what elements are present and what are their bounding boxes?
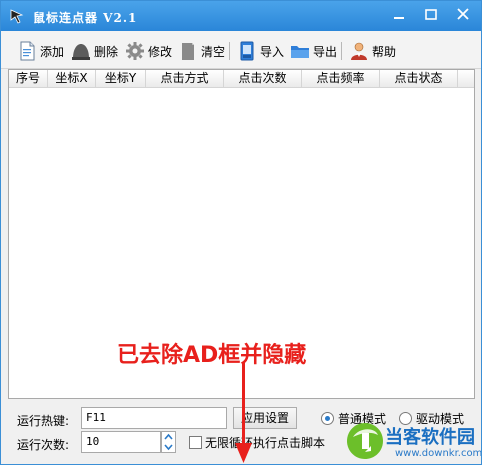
column-header-click-count[interactable]: 点击次数 (224, 70, 302, 88)
toolbar-separator (229, 42, 230, 60)
checkbox-box (189, 436, 202, 449)
toolbar-separator (341, 42, 342, 60)
export-label: 导出 (313, 44, 338, 59)
minimize-icon[interactable] (386, 5, 412, 25)
delete-icon (72, 44, 90, 60)
title-bar[interactable]: 鼠标连点器 V2.1 (1, 1, 481, 31)
run-count-stepper[interactable] (161, 431, 176, 453)
toolbar: 添加 删除 修改 清空 导入 导出 帮助 (1, 31, 481, 69)
infinite-loop-label: 无限循环执行点击脚本 (205, 436, 326, 450)
export-folder-icon (291, 46, 309, 58)
column-header-click-type[interactable]: 点击方式 (146, 70, 224, 88)
add-button[interactable]: 添加 (17, 40, 64, 62)
export-button[interactable]: 导出 (290, 40, 337, 62)
radio-selected-indicator (321, 412, 334, 425)
import-icon (240, 41, 254, 61)
infinite-loop-checkbox[interactable]: 无限循环执行点击脚本 (189, 434, 325, 451)
add-document-icon (20, 41, 35, 61)
import-label: 导入 (260, 44, 285, 59)
column-header-click-rate[interactable]: 点击频率 (302, 70, 380, 88)
column-header-click-status[interactable]: 点击状态 (380, 70, 458, 88)
add-label: 添加 (40, 44, 65, 59)
watermark-name: 当客软件园 (385, 427, 475, 448)
watermark: 当客软件园 www.downkr.com (345, 421, 482, 464)
downkr-logo-icon (347, 423, 383, 459)
app-window: 鼠标连点器 V2.1 添加 删除 修改 清空 导入 导出 帮助 序号 坐标X 坐… (0, 0, 482, 465)
chevron-down-icon[interactable] (162, 442, 175, 452)
annotation-text: 已去除AD框并隐藏 (117, 343, 307, 368)
maximize-icon[interactable] (418, 5, 444, 25)
hotkey-input[interactable]: F11 (81, 407, 227, 429)
delete-label: 删除 (94, 44, 119, 59)
watermark-url: www.downkr.com (395, 448, 482, 459)
help-user-icon (351, 42, 367, 60)
run-count-input[interactable]: 10 (81, 431, 161, 453)
clear-button[interactable]: 清空 (178, 40, 225, 62)
hotkey-label: 运行热键: (17, 414, 70, 428)
chevron-up-icon[interactable] (162, 432, 175, 442)
list-header: 序号 坐标X 坐标Y 点击方式 点击次数 点击频率 点击状态 (9, 70, 474, 88)
close-icon[interactable] (450, 5, 476, 25)
delete-button[interactable]: 删除 (71, 40, 118, 62)
help-button[interactable]: 帮助 (349, 40, 396, 62)
clear-icon (182, 43, 194, 60)
mouse-app-icon (10, 9, 24, 24)
column-header-x[interactable]: 坐标X (48, 70, 96, 88)
column-header-index[interactable]: 序号 (9, 70, 48, 88)
column-header-y[interactable]: 坐标Y (96, 70, 146, 88)
edit-button[interactable]: 修改 (125, 40, 172, 62)
edit-label: 修改 (148, 44, 173, 59)
help-label: 帮助 (372, 44, 397, 59)
clear-label: 清空 (201, 44, 226, 59)
red-arrow-icon (235, 363, 252, 463)
run-count-label: 运行次数: (17, 438, 70, 452)
gear-icon (126, 42, 144, 60)
window-title: 鼠标连点器 V2.1 (33, 11, 138, 25)
import-button[interactable]: 导入 (237, 40, 284, 62)
